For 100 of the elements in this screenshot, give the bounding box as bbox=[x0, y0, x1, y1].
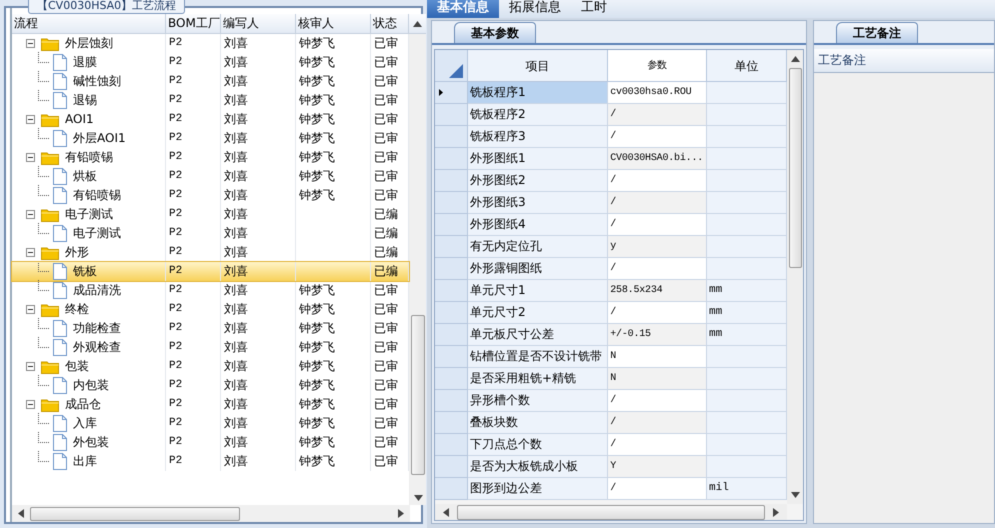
status-text: 已审 bbox=[374, 168, 398, 185]
tab[interactable]: 工时 bbox=[571, 0, 617, 18]
vertical-scrollbar[interactable] bbox=[787, 50, 803, 504]
collapse-toggle-icon[interactable] bbox=[26, 115, 35, 124]
tree-row[interactable]: 电子测试 P2 刘喜 已编 bbox=[12, 224, 409, 243]
param-row[interactable]: 是否为大板铣成小板 Y bbox=[435, 456, 787, 478]
column-header[interactable]: BOM工厂 bbox=[166, 14, 221, 33]
author-text: 刘喜 bbox=[224, 377, 248, 394]
tree-row[interactable]: 退锡 P2 刘喜 钟梦飞 已审 bbox=[12, 91, 409, 110]
scroll-left-icon[interactable] bbox=[443, 508, 449, 516]
collapse-toggle-icon[interactable] bbox=[26, 153, 35, 162]
tree-row[interactable]: 外包装 P2 刘喜 钟梦飞 已审 bbox=[12, 433, 409, 452]
tree-row[interactable]: 成品仓 P2 刘喜 钟梦飞 已审 bbox=[12, 395, 409, 414]
param-row[interactable]: 叠板块数 / bbox=[435, 412, 787, 434]
column-header[interactable]: 状态 bbox=[371, 14, 409, 33]
param-row[interactable]: 是否采用粗铣+精铣 N bbox=[435, 368, 787, 390]
tab[interactable]: 基本信息 bbox=[427, 0, 499, 18]
column-header[interactable]: 单位 bbox=[707, 50, 787, 82]
collapse-toggle-icon[interactable] bbox=[26, 248, 35, 257]
panel-title-tab[interactable]: 【CV0030HSA0】工艺流程 bbox=[28, 0, 186, 14]
vertical-scrollbar[interactable] bbox=[410, 34, 426, 505]
tree-row[interactable]: 成品清洗 P2 刘喜 钟梦飞 已审 bbox=[12, 281, 409, 300]
param-row[interactable]: 单元板尺寸公差 +/-0.15 mm bbox=[435, 324, 787, 346]
reviewer-text: 钟梦飞 bbox=[299, 434, 335, 451]
tree-row[interactable]: 退膜 P2 刘喜 钟梦飞 已审 bbox=[12, 53, 409, 72]
collapse-toggle-icon[interactable] bbox=[26, 400, 35, 409]
reviewer-text: 钟梦飞 bbox=[299, 54, 335, 71]
reviewer-text: 钟梦飞 bbox=[299, 396, 335, 413]
step-name: 铣板 bbox=[73, 263, 97, 280]
tree-row[interactable]: 内包装 P2 刘喜 钟梦飞 已审 bbox=[12, 376, 409, 395]
column-header[interactable]: 流程 bbox=[12, 14, 166, 33]
tree-row[interactable]: 烘板 P2 刘喜 钟梦飞 已审 bbox=[12, 167, 409, 186]
tree-row[interactable]: 碱性蚀刻 P2 刘喜 钟梦飞 已审 bbox=[12, 72, 409, 91]
item-name: 是否为大板铣成小板 bbox=[470, 459, 578, 473]
tree-row[interactable]: AOI1 P2 刘喜 钟梦飞 已审 bbox=[12, 110, 409, 129]
scroll-left-icon[interactable] bbox=[18, 509, 24, 518]
scroll-right-icon[interactable] bbox=[773, 508, 779, 516]
param-row[interactable]: 铣板程序1 cv0030hsa0.ROU bbox=[435, 82, 787, 104]
scroll-thumb[interactable] bbox=[411, 315, 425, 475]
column-header[interactable]: 参数 bbox=[608, 50, 707, 82]
factory-text: P2 bbox=[169, 435, 182, 450]
scroll-down-icon[interactable] bbox=[790, 492, 800, 498]
factory-text: P2 bbox=[169, 74, 182, 89]
collapse-toggle-icon[interactable] bbox=[26, 39, 35, 48]
collapse-toggle-icon[interactable] bbox=[26, 362, 35, 371]
param-value: / bbox=[610, 197, 616, 208]
column-header[interactable]: 项目 bbox=[468, 50, 608, 82]
param-row[interactable]: 图形到边公差 / mil bbox=[435, 478, 787, 500]
param-row[interactable]: 外形图纸1 CV0030HSA0.bi... bbox=[435, 148, 787, 170]
param-row[interactable]: 钻槽位置是否不设计铣带 N bbox=[435, 346, 787, 368]
collapse-toggle-icon[interactable] bbox=[26, 305, 35, 314]
tree-row[interactable]: 终检 P2 刘喜 钟梦飞 已审 bbox=[12, 300, 409, 319]
tree-row[interactable]: 包装 P2 刘喜 钟梦飞 已审 bbox=[12, 357, 409, 376]
tree-row[interactable]: 有铅喷锡 P2 刘喜 钟梦飞 已审 bbox=[12, 186, 409, 205]
sub-tab[interactable]: 工艺备注 bbox=[836, 22, 918, 43]
step-name: 功能检查 bbox=[73, 320, 121, 337]
scroll-thumb[interactable] bbox=[30, 506, 240, 520]
column-header[interactable]: 编写人 bbox=[221, 14, 296, 33]
param-row[interactable]: 外形图纸2 / bbox=[435, 170, 787, 192]
param-row[interactable]: 外形露铜图纸 / bbox=[435, 258, 787, 280]
param-row[interactable]: 单元尺寸2 / mm bbox=[435, 302, 787, 324]
scroll-right-icon[interactable] bbox=[398, 509, 404, 518]
tree-row[interactable]: 有铅喷锡 P2 刘喜 钟梦飞 已审 bbox=[12, 148, 409, 167]
column-header[interactable]: 工艺备注 bbox=[814, 49, 994, 73]
tree-row[interactable]: 铣板 P2 刘喜 已编 bbox=[12, 262, 409, 281]
param-row[interactable]: 外形图纸3 / bbox=[435, 192, 787, 214]
horizontal-scrollbar[interactable] bbox=[12, 505, 410, 522]
param-row[interactable]: 外形图纸4 / bbox=[435, 214, 787, 236]
sub-tab[interactable]: 基本参数 bbox=[454, 22, 536, 43]
tab[interactable]: 拓展信息 bbox=[499, 0, 571, 18]
param-row[interactable]: 单元尺寸1 258.5x234 mm bbox=[435, 280, 787, 302]
document-icon bbox=[53, 453, 67, 470]
scroll-thumb[interactable] bbox=[788, 68, 802, 268]
column-header[interactable]: 核审人 bbox=[296, 14, 371, 33]
status-text: 已审 bbox=[374, 111, 398, 128]
scroll-up-icon[interactable] bbox=[790, 56, 800, 62]
step-name: 出库 bbox=[73, 453, 97, 470]
tree-row[interactable]: 外层AOI1 P2 刘喜 钟梦飞 已审 bbox=[12, 129, 409, 148]
tree-row[interactable]: 入库 P2 刘喜 钟梦飞 已审 bbox=[12, 414, 409, 433]
collapse-toggle-icon[interactable] bbox=[26, 210, 35, 219]
horizontal-scrollbar[interactable] bbox=[435, 504, 787, 520]
status-text: 已审 bbox=[374, 415, 398, 432]
param-row[interactable]: 有无内定位孔 y bbox=[435, 236, 787, 258]
param-row[interactable]: 下刀点总个数 / bbox=[435, 434, 787, 456]
tree-row[interactable]: 外层蚀刻 P2 刘喜 钟梦飞 已审 bbox=[12, 34, 409, 53]
param-row[interactable]: 铣板程序3 / bbox=[435, 126, 787, 148]
scroll-down-icon[interactable] bbox=[414, 495, 422, 501]
unit-text: mil bbox=[709, 482, 729, 494]
param-row[interactable]: 铣板程序2 / bbox=[435, 104, 787, 126]
status-text: 已审 bbox=[374, 35, 398, 52]
tree-row[interactable]: 外观检查 P2 刘喜 钟梦飞 已审 bbox=[12, 338, 409, 357]
step-name: 有铅喷锡 bbox=[65, 149, 113, 166]
tree-row[interactable]: 电子测试 P2 刘喜 已编 bbox=[12, 205, 409, 224]
param-value: / bbox=[610, 417, 616, 428]
scroll-up-icon[interactable] bbox=[412, 20, 422, 26]
select-all-triangle-icon[interactable] bbox=[449, 64, 463, 78]
param-row[interactable]: 异形槽个数 / bbox=[435, 390, 787, 412]
tree-row[interactable]: 出库 P2 刘喜 钟梦飞 已审 bbox=[12, 452, 409, 471]
tree-row[interactable]: 功能检查 P2 刘喜 钟梦飞 已审 bbox=[12, 319, 409, 338]
scroll-thumb[interactable] bbox=[457, 504, 765, 520]
